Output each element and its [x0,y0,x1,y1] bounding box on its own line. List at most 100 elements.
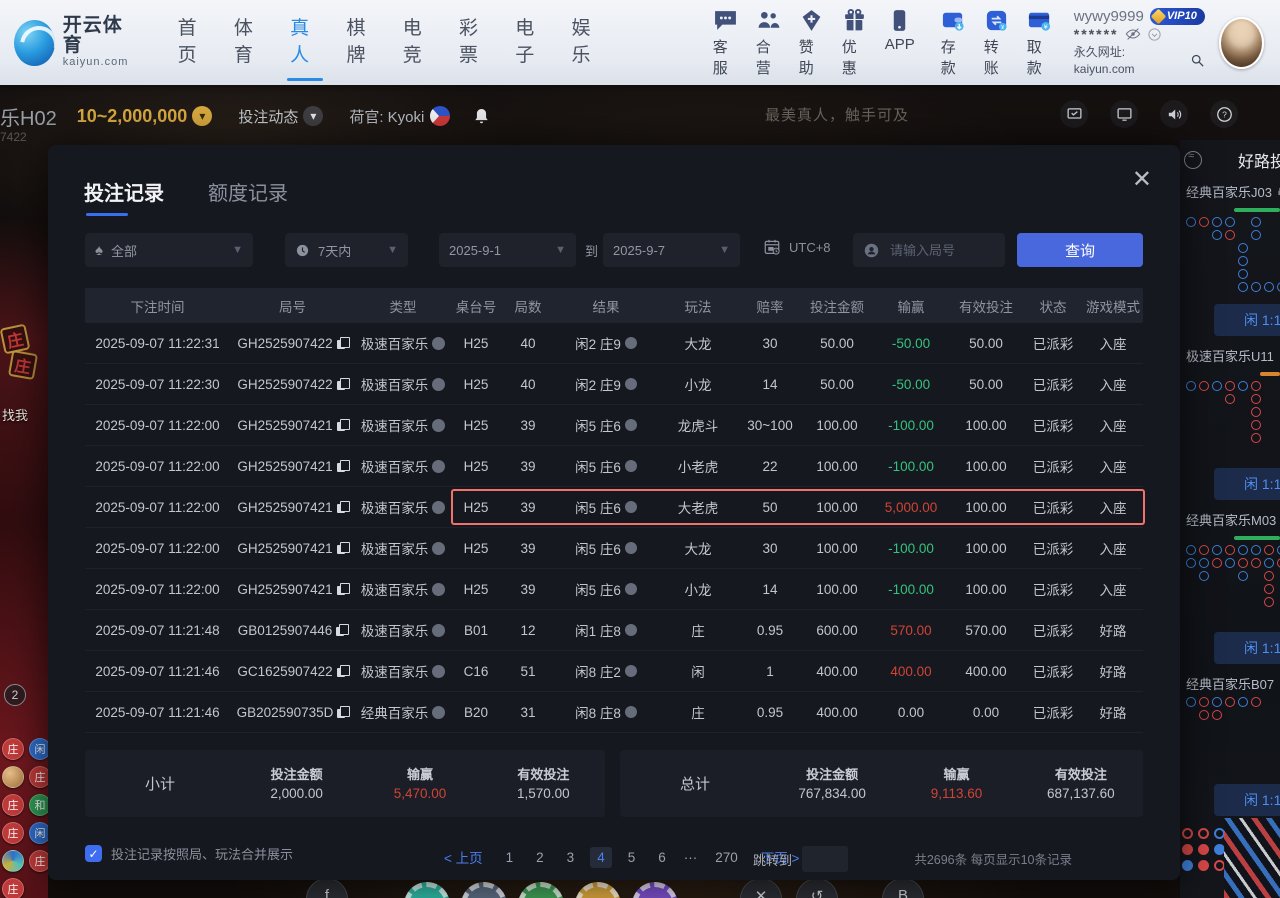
date-to-select[interactable]: 2025-9-7 ▼ [603,233,740,267]
navbar-link-chat[interactable]: 客服 [713,8,738,78]
page-3[interactable]: 3 [560,847,582,868]
navbar-link-gift[interactable]: 优惠 [842,8,867,78]
copy-icon[interactable] [337,542,348,555]
result-detail-icon[interactable] [625,460,637,472]
chip-500[interactable]: 500 [575,882,621,898]
social-button[interactable]: f [306,878,348,898]
road-bet-button[interactable]: 闲 1:1 [1214,468,1280,500]
copy-icon[interactable] [336,624,347,637]
bet-trend-label[interactable]: 投注动态 [238,106,298,127]
navbar-link-diamond[interactable]: 赞助 [799,8,824,78]
help-icon[interactable]: ? [1210,100,1238,128]
chevron-down-icon[interactable]: ▾ [192,106,212,126]
copy-icon[interactable] [337,665,348,678]
copy-icon[interactable] [337,337,348,350]
screen-icon[interactable] [1110,100,1138,128]
search-icon[interactable] [1190,53,1205,68]
info-icon[interactable] [432,624,445,637]
table-row[interactable]: 2025-09-07 11:22:00GH2525907421极速百家乐H253… [85,446,1143,487]
chip-50[interactable]: 50 [404,882,450,898]
prev-page-button[interactable]: < 上页 [437,844,490,870]
brand-chip-button[interactable]: B [882,878,924,898]
chip-100[interactable]: 100 [461,882,507,898]
result-detail-icon[interactable] [625,419,637,431]
bell-icon[interactable] [472,107,491,126]
good-road-card[interactable]: 经典百家乐B07闲 1:1 [1186,674,1280,816]
info-icon[interactable] [432,583,445,596]
page-5[interactable]: 5 [621,847,643,868]
table-row[interactable]: 2025-09-07 11:21:46GB202590735D经典百家乐B203… [85,692,1143,733]
speaker-icon[interactable] [1160,100,1188,128]
page-270[interactable]: 270 [708,847,745,868]
tab-inactive[interactable]: 额度记录 [208,177,288,216]
result-detail-icon[interactable] [625,706,637,718]
chip-200[interactable]: 200 [518,882,564,898]
chevron-down-icon[interactable]: ▾ [303,106,323,126]
find-me-label[interactable]: 找我 [2,405,28,424]
chip-1000[interactable]: 1000 [632,882,678,898]
result-detail-icon[interactable] [625,624,637,636]
copy-icon[interactable] [337,501,348,514]
info-icon[interactable] [432,337,445,350]
table-row[interactable]: 2025-09-07 11:22:00GH2525907421极速百家乐H253… [85,528,1143,569]
table-row[interactable]: 2025-09-07 11:22:00GH2525907421极速百家乐H253… [85,569,1143,610]
info-icon[interactable] [432,665,445,678]
query-button[interactable]: 查询 [1017,233,1143,267]
screen-check-icon[interactable] [1060,100,1088,128]
nav-item[interactable]: 电竞 [403,13,432,73]
game-type-select[interactable]: ♠ 全部 ▼ [85,233,253,267]
cancel-bet-button[interactable]: ✕ [740,878,782,898]
good-road-card[interactable]: 经典百家乐J03闲 1:1 [1186,182,1280,336]
avatar[interactable] [1219,17,1264,69]
copy-icon[interactable] [337,706,348,719]
page-4[interactable]: 4 [590,847,612,868]
merge-checkbox[interactable]: ✓ [85,845,102,862]
result-detail-icon[interactable] [625,378,637,390]
date-range-select[interactable]: 7天内 ▼ [285,233,408,267]
result-detail-icon[interactable] [625,542,637,554]
result-detail-icon[interactable] [625,665,637,677]
result-detail-icon[interactable] [625,501,637,513]
info-icon[interactable] [432,378,445,391]
nav-item[interactable]: 棋牌 [346,13,375,73]
nav-item[interactable]: 彩票 [459,13,488,73]
good-road-card[interactable]: 经典百家乐M03闲 1:1 [1186,510,1280,664]
close-icon[interactable]: ✕ [1132,169,1152,191]
round-search-input[interactable] [888,242,998,259]
nav-item[interactable]: 电子 [515,13,544,73]
navbar-link-transfer[interactable]: ¥转账 [984,8,1009,78]
result-detail-icon[interactable] [625,337,637,349]
nav-item[interactable]: 娱乐 [572,13,601,73]
page-6[interactable]: 6 [651,847,673,868]
tab-active[interactable]: 投注记录 [84,177,164,216]
road-bet-button[interactable]: 闲 1:1 [1214,784,1280,816]
bet-limits[interactable]: 10~2,000,000 [77,106,188,127]
info-icon[interactable] [432,460,445,473]
navbar-link-phone[interactable]: APP [885,8,915,78]
table-row[interactable]: 2025-09-07 11:22:00GH2525907421极速百家乐H253… [85,487,1143,528]
page-2[interactable]: 2 [529,847,551,868]
navbar-link-card[interactable]: ¥取款 [1027,8,1052,78]
nav-item[interactable]: 体育 [234,13,263,73]
road-bet-button[interactable]: 闲 1:1 [1214,304,1280,336]
navbar-link-wallet[interactable]: 存款 [941,8,966,78]
copy-icon[interactable] [337,460,348,473]
table-row[interactable]: 2025-09-07 11:22:31GH2525907422极速百家乐H254… [85,323,1143,364]
table-row[interactable]: 2025-09-07 11:21:48GB0125907446极速百家乐B011… [85,610,1143,651]
table-row[interactable]: 2025-09-07 11:22:30GH2525907422极速百家乐H254… [85,364,1143,405]
nav-item[interactable]: 真人 [290,13,319,73]
road-bet-button[interactable]: 闲 1:1 [1214,632,1280,664]
nav-item[interactable]: 首页 [178,13,207,73]
jump-page-input[interactable] [802,846,848,872]
eye-off-icon[interactable] [1125,26,1141,42]
navbar-link-people[interactable]: 合营 [756,8,781,78]
good-road-card[interactable]: 极速百家乐U11闲 1:1 [1186,346,1280,500]
copy-icon[interactable] [337,419,348,432]
site-logo[interactable]: 开云体育 kaiyun.com [14,16,134,69]
copy-icon[interactable] [337,378,348,391]
table-row[interactable]: 2025-09-07 11:22:00GH2525907421极速百家乐H253… [85,405,1143,446]
date-from-select[interactable]: 2025-9-1 ▼ [439,233,576,267]
info-icon[interactable] [432,706,445,719]
copy-icon[interactable] [337,583,348,596]
info-icon[interactable] [432,542,445,555]
